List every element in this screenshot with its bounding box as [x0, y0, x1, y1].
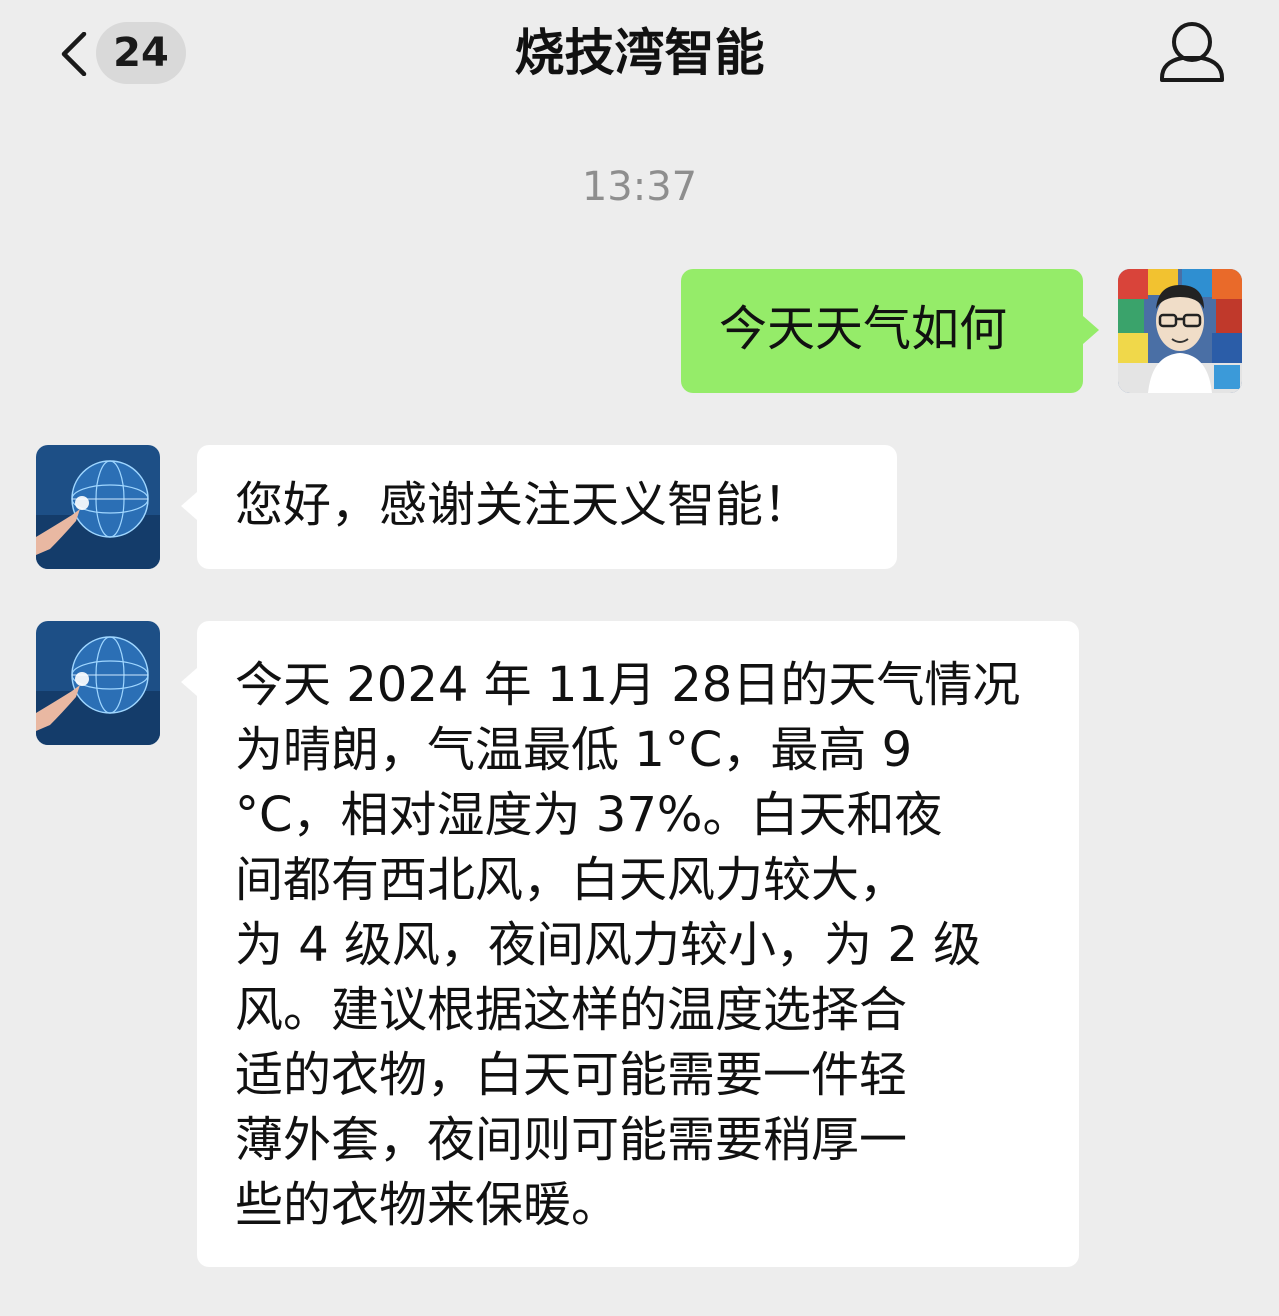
bubble-tail [181, 492, 197, 520]
profile-button[interactable] [1152, 18, 1232, 90]
message-line: 风。建议根据这样的温度选择合 [235, 982, 908, 1038]
bot-avatar[interactable] [36, 445, 160, 569]
message-line: 些的衣物来保暖。 [235, 1177, 620, 1233]
bot-avatar[interactable] [36, 621, 160, 745]
chevron-left-icon [61, 32, 87, 76]
message-text: 您好，感谢关注天义智能！ [235, 477, 812, 533]
message-line: 间都有西北风，白天风力较大， [235, 852, 908, 908]
back-button[interactable]: 24 [40, 22, 190, 84]
unread-count-badge: 24 [96, 22, 186, 84]
message-line: 为 4 级风，夜间风力较小，为 2 级 [235, 917, 982, 973]
message-timestamp: 13:37 [581, 164, 698, 210]
outgoing-message-bubble[interactable]: 今天天气如何 [681, 269, 1083, 393]
bubble-tail [181, 668, 197, 696]
user-avatar[interactable] [1118, 269, 1242, 393]
message-line: 适的衣物，白天可能需要一件轻 [235, 1047, 908, 1103]
bubble-tail [1083, 316, 1099, 344]
message-text: 今天天气如何 [719, 301, 1008, 357]
message-line: 薄外套，夜间则可能需要稍厚一 [235, 1112, 908, 1168]
incoming-message-bubble[interactable]: 您好，感谢关注天义智能！ [197, 445, 897, 569]
chat-title: 烧技湾智能 [514, 24, 765, 82]
message-line: °C，相对湿度为 37%。白天和夜 [235, 787, 943, 843]
person-outline-icon [1160, 22, 1224, 82]
message-line: 为晴朗，气温最低 1°C，最高 9 [235, 722, 913, 778]
message-line: 今天 2024 年 11月 28日的天气情况 [235, 657, 1021, 713]
chat-header: 24 烧技湾智能 [0, 0, 1279, 110]
incoming-message-bubble[interactable]: 今天 2024 年 11月 28日的天气情况 为晴朗，气温最低 1°C，最高 9… [197, 621, 1079, 1267]
